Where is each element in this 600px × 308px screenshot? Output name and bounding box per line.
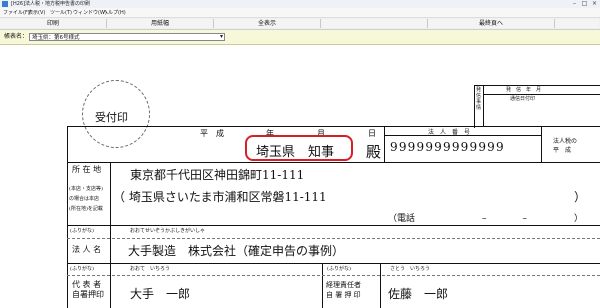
corp-furigana-label: (ふりがな) xyxy=(70,228,94,234)
rep-furigana-label: (ふりがな) xyxy=(70,266,94,272)
chevron-down-icon[interactable]: ▾ xyxy=(218,33,225,41)
menu-tools[interactable]: ツール(T) xyxy=(50,9,72,17)
minimize-button[interactable]: – xyxy=(570,0,579,7)
window-title-bar: [H26]法人税・地方税申告書の印刷 – □ × xyxy=(0,0,600,8)
page-width-button[interactable]: 用紙幅 xyxy=(107,19,214,28)
corp-number-label: 法 人 番 号 xyxy=(428,129,471,136)
acct-furigana-label: (ふりがな) xyxy=(327,266,351,272)
close-button[interactable]: × xyxy=(590,0,599,7)
honorific: 殿 xyxy=(366,143,382,161)
maximize-button[interactable]: □ xyxy=(580,0,589,7)
phone-label: （電話 xyxy=(388,214,416,224)
app-icon xyxy=(2,1,8,7)
right-box-header-b: 通信日付印 xyxy=(510,96,536,102)
address-close-paren: ） xyxy=(574,190,587,204)
addressee-name: 埼玉県 知事 xyxy=(256,145,335,160)
acct-label: 経理責任者 自 署 押 印 xyxy=(326,281,361,299)
menu-view[interactable]: 表示(V) xyxy=(28,9,45,17)
toolbar-spacer xyxy=(555,19,599,28)
form-select-label: 帳表名： xyxy=(4,33,29,40)
window-title: [H26]法人税・地方税申告書の印刷 xyxy=(11,1,91,7)
day-label: 日 xyxy=(368,129,376,138)
menu-window[interactable]: ウィンドウ(W) xyxy=(73,9,107,17)
corp-name-kana: おおてせいぞうかぶしきがいしゃ xyxy=(130,228,206,234)
menu-help[interactable]: ヘルプ(H) xyxy=(103,9,126,17)
phone-separator: – – xyxy=(482,214,528,224)
address-label: 所 在 地 xyxy=(72,165,102,174)
address-line1: 東京都千代田区神田錦町11-111 xyxy=(130,168,305,182)
right-box-header-a: 発 信 年 月 xyxy=(506,87,542,93)
acct-name: 佐藤 一郎 xyxy=(388,287,449,301)
phone-close-paren: ） xyxy=(574,214,584,224)
rep-name-kana: おおて いちろう xyxy=(130,266,171,272)
menu-file[interactable]: ファイル(F) xyxy=(3,9,30,17)
acct-name-kana: さとう いちろう xyxy=(390,266,431,272)
corp-tax-sub-label: 法人税の 平 成 xyxy=(553,138,578,154)
form-select-dropdown[interactable]: 埼玉県：第6号様式 xyxy=(29,33,225,41)
corp-name: 大手製造 株式会社（確定申告の事例） xyxy=(128,244,345,258)
right-box-side-label: 発 信 事 情 xyxy=(476,87,482,111)
rep-label: 代 表 者 自署押印 xyxy=(72,280,104,299)
print-button[interactable]: 印刷 xyxy=(0,19,107,28)
corp-name-label: 法 人 名 xyxy=(72,245,102,254)
address-note: (本店・支店等) の場合は本店 (所在地)を記載 xyxy=(69,186,103,212)
address-line2: （ 埼玉県さいたま市浦和区常磐11-111 xyxy=(113,190,327,204)
rep-name: 大手 一郎 xyxy=(130,287,191,301)
corp-number-value: 9999999999999 xyxy=(390,140,505,154)
last-page-button[interactable]: 最終頁へ xyxy=(428,19,555,28)
era-label: 平 成 xyxy=(200,129,224,138)
receipt-stamp-label: 受付印 xyxy=(95,111,128,124)
document-preview: 受付印 発 信 事 情 発 信 年 月 通信日付印 平 成 年 月 日 埼玉県 … xyxy=(0,45,600,308)
blank-toolbar-button[interactable] xyxy=(321,19,428,28)
show-all-button[interactable]: 全表示 xyxy=(214,19,321,28)
